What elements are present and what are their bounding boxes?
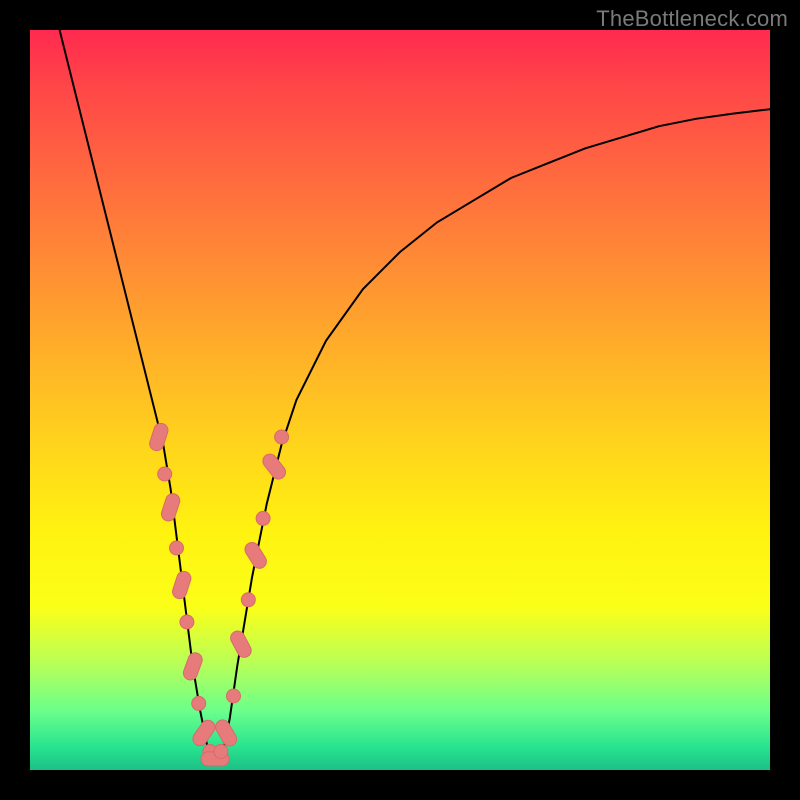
data-point <box>275 430 289 444</box>
chart-container: TheBottleneck.com <box>0 0 800 800</box>
data-point <box>158 467 172 481</box>
plot-area <box>30 30 770 770</box>
watermark-label: TheBottleneck.com <box>596 6 788 32</box>
data-segment <box>190 718 218 749</box>
data-segment <box>228 629 254 660</box>
data-point <box>241 593 255 607</box>
data-point <box>192 696 206 710</box>
data-segment <box>171 570 193 601</box>
data-segment <box>148 422 170 453</box>
data-segment <box>213 717 239 748</box>
data-segment <box>242 540 269 571</box>
data-segment <box>160 492 182 523</box>
data-segment <box>260 451 288 482</box>
data-segment <box>181 651 204 682</box>
data-point <box>214 745 228 759</box>
chart-overlay <box>30 30 770 770</box>
data-point <box>170 541 184 555</box>
data-point <box>256 511 270 525</box>
data-point <box>227 689 241 703</box>
data-point <box>180 615 194 629</box>
bottleneck-curve <box>60 30 770 763</box>
data-markers <box>148 422 289 766</box>
